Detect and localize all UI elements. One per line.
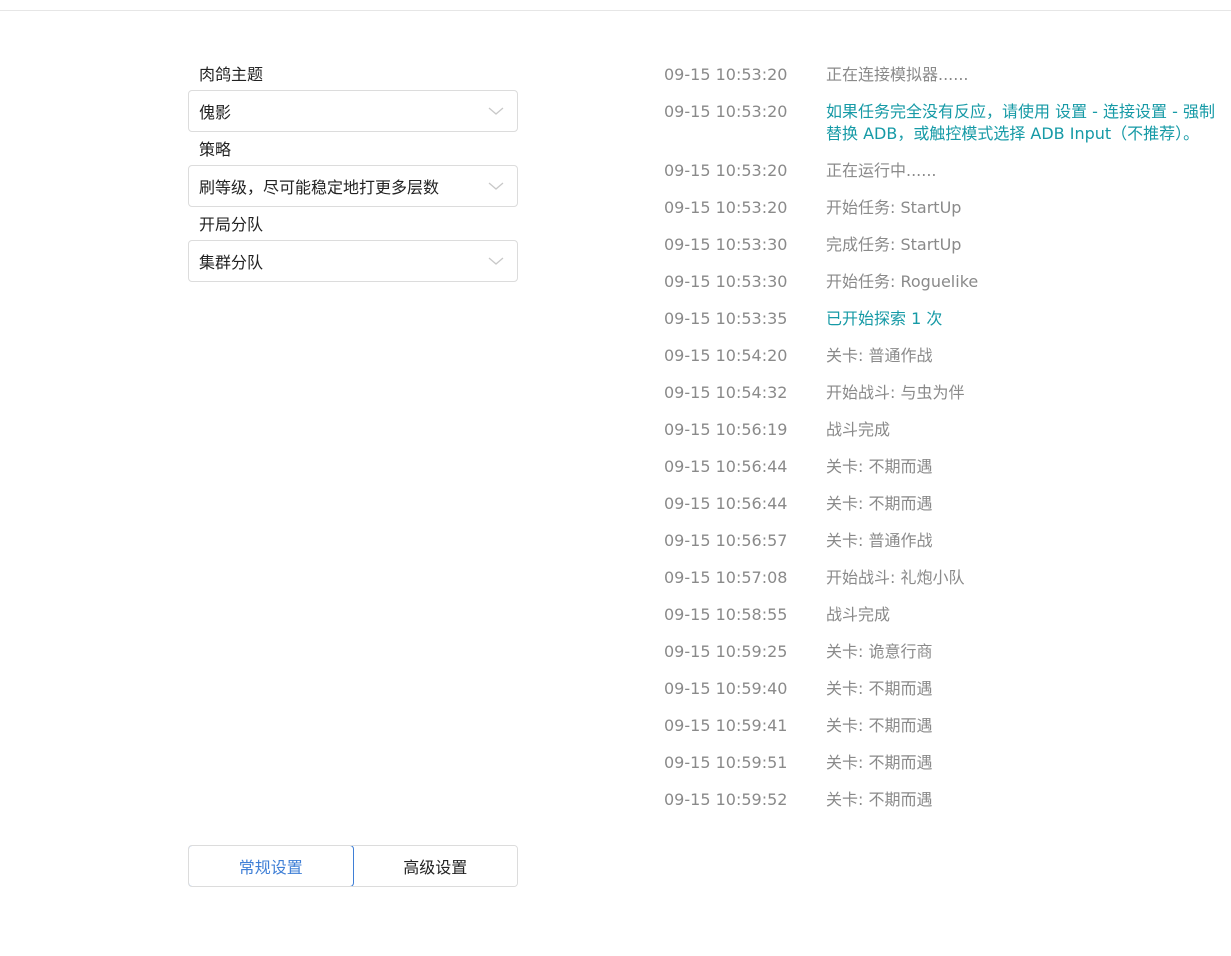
chevron-down-icon [488, 257, 504, 265]
top-divider [0, 10, 1231, 11]
log-message: 已开始探索 1 次 [826, 309, 943, 328]
log-timestamp: 09-15 10:59:25 [664, 642, 788, 661]
log-timestamp: 09-15 10:56:57 [664, 531, 788, 550]
log-entry: 09-15 10:54:20 关卡: 普通作战 [664, 337, 1224, 374]
squad-select-value: 集群分队 [199, 253, 264, 272]
log-message: 开始战斗: 礼炮小队 [826, 568, 965, 587]
log-timestamp: 09-15 10:59:52 [664, 790, 788, 809]
log-entry: 09-15 10:53:30 完成任务: StartUp [664, 226, 1224, 263]
log-message: 开始任务: Roguelike [826, 272, 979, 291]
log-message: 关卡: 不期而遇 [826, 716, 933, 735]
log-timestamp: 09-15 10:59:41 [664, 716, 788, 735]
log-entry: 09-15 10:59:40 关卡: 不期而遇 [664, 670, 1224, 707]
log-entry: 09-15 10:53:20 正在运行中...... [664, 152, 1224, 189]
theme-select[interactable]: 傀影 [188, 90, 518, 132]
log-entry: 09-15 10:53:20 开始任务: StartUp [664, 189, 1224, 226]
log-message: 关卡: 诡意行商 [826, 642, 933, 661]
log-entry: 09-15 10:56:44 关卡: 不期而遇 [664, 448, 1224, 485]
log-entry: 09-15 10:56:44 关卡: 不期而遇 [664, 485, 1224, 522]
log-message: 关卡: 普通作战 [826, 346, 933, 365]
log-message: 完成任务: StartUp [826, 235, 962, 254]
log-message: 正在运行中...... [826, 161, 937, 180]
log-timestamp: 09-15 10:53:20 [664, 198, 788, 217]
log-entry: 09-15 10:53:30 开始任务: Roguelike [664, 263, 1224, 300]
log-message: 如果任务完全没有反应，请使用 设置 - 连接设置 - 强制替换 ADB，或触控模… [826, 102, 1215, 143]
squad-select[interactable]: 集群分队 [188, 240, 518, 282]
strategy-select[interactable]: 刷等级，尽可能稳定地打更多层数 [188, 165, 518, 207]
log-timestamp: 09-15 10:59:40 [664, 679, 788, 698]
log-entry: 09-15 10:59:52 关卡: 不期而遇 [664, 781, 1224, 818]
log-timestamp: 09-15 10:56:19 [664, 420, 788, 439]
log-timestamp: 09-15 10:53:20 [664, 65, 788, 84]
log-timestamp: 09-15 10:59:51 [664, 753, 788, 772]
squad-label: 开局分队 [199, 215, 264, 234]
settings-panel: 肉鸽主题 傀影 策略 刷等级，尽可能稳定地打更多层数 开局分队 集群分队 [188, 60, 518, 285]
tab-advanced-settings[interactable]: 高级设置 [353, 846, 517, 886]
log-message: 开始战斗: 与虫为伴 [826, 383, 965, 402]
log-timestamp: 09-15 10:57:08 [664, 568, 788, 587]
log-panel: 09-15 10:53:20 正在连接模拟器...... 09-15 10:53:2… [664, 56, 1224, 818]
log-message: 关卡: 不期而遇 [826, 753, 933, 772]
log-timestamp: 09-15 10:58:55 [664, 605, 788, 624]
chevron-down-icon [488, 182, 504, 190]
log-timestamp: 09-15 10:54:20 [664, 346, 788, 365]
log-message: 关卡: 不期而遇 [826, 457, 933, 476]
log-message: 战斗完成 [826, 605, 891, 624]
log-timestamp: 09-15 10:53:20 [664, 161, 788, 180]
strategy-select-value: 刷等级，尽可能稳定地打更多层数 [199, 178, 440, 197]
log-timestamp: 09-15 10:53:35 [664, 309, 788, 328]
log-timestamp: 09-15 10:53:30 [664, 235, 788, 254]
log-message: 正在连接模拟器...... [826, 65, 969, 84]
settings-tabs: 常规设置 高级设置 [188, 845, 518, 887]
log-message: 关卡: 普通作战 [826, 531, 933, 550]
log-message: 关卡: 不期而遇 [826, 790, 933, 809]
log-entry: 09-15 10:59:41 关卡: 不期而遇 [664, 707, 1224, 744]
log-entry: 09-15 10:57:08 开始战斗: 礼炮小队 [664, 559, 1224, 596]
log-timestamp: 09-15 10:56:44 [664, 494, 788, 513]
strategy-label: 策略 [199, 140, 232, 159]
log-message: 关卡: 不期而遇 [826, 494, 933, 513]
log-entry: 09-15 10:58:55 战斗完成 [664, 596, 1224, 633]
log-message: 开始任务: StartUp [826, 198, 962, 217]
theme-label: 肉鸽主题 [199, 65, 264, 84]
log-message: 战斗完成 [826, 420, 891, 439]
log-entry: 09-15 10:53:20 正在连接模拟器...... [664, 56, 1224, 93]
log-entry: 09-15 10:59:25 关卡: 诡意行商 [664, 633, 1224, 670]
tab-general-settings[interactable]: 常规设置 [189, 846, 354, 886]
log-entry: 09-15 10:53:35 已开始探索 1 次 [664, 300, 1224, 337]
log-timestamp: 09-15 10:56:44 [664, 457, 788, 476]
log-timestamp: 09-15 10:53:30 [664, 272, 788, 291]
log-entry: 09-15 10:53:20 如果任务完全没有反应，请使用 设置 - 连接设置 -… [664, 93, 1224, 152]
log-message: 关卡: 不期而遇 [826, 679, 933, 698]
chevron-down-icon [488, 107, 504, 115]
log-entry: 09-15 10:56:57 关卡: 普通作战 [664, 522, 1224, 559]
log-entry: 09-15 10:56:19 战斗完成 [664, 411, 1224, 448]
log-timestamp: 09-15 10:54:32 [664, 383, 788, 402]
log-entry: 09-15 10:54:32 开始战斗: 与虫为伴 [664, 374, 1224, 411]
theme-select-value: 傀影 [199, 103, 232, 122]
log-timestamp: 09-15 10:53:20 [664, 102, 788, 121]
log-entry: 09-15 10:59:51 关卡: 不期而遇 [664, 744, 1224, 781]
